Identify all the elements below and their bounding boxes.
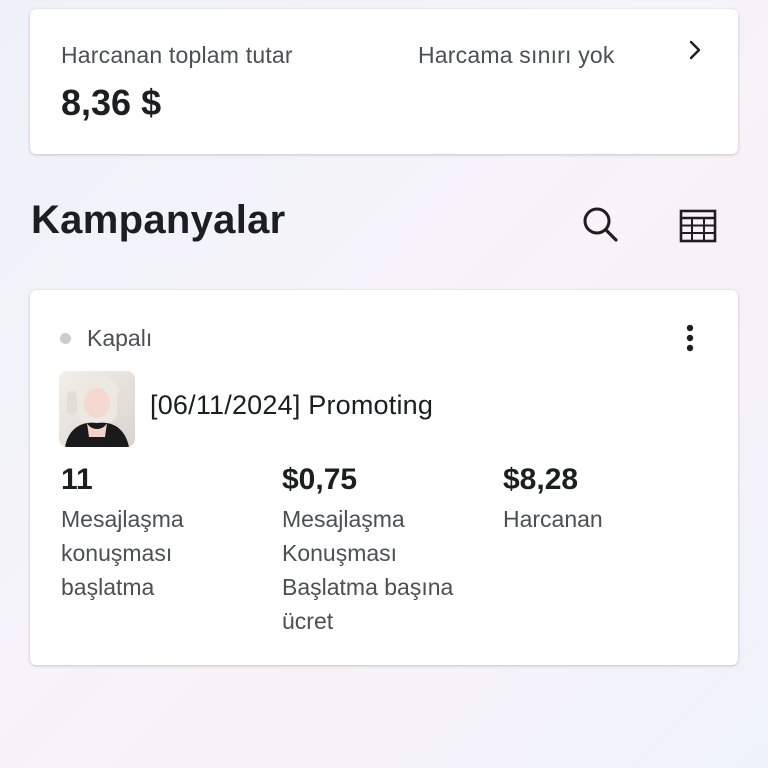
campaign-card[interactable]: Kapalı [06/11/2024] Promoting 11 Mesajla… bbox=[30, 290, 738, 665]
campaigns-section-title: Kampanyalar bbox=[31, 198, 286, 242]
status-dot bbox=[60, 333, 71, 344]
campaign-status: Kapalı bbox=[87, 325, 153, 351]
metric-amount-spent: $8,28 Harcanan bbox=[503, 462, 713, 536]
campaign-thumbnail bbox=[59, 371, 135, 447]
metric-label: Harcanan bbox=[503, 506, 603, 532]
search-button[interactable] bbox=[576, 202, 624, 250]
total-spend-value: 8,36 $ bbox=[61, 82, 162, 123]
metric-label: Mesajlaşma Konuşması Başlatma başına ücr… bbox=[282, 506, 454, 634]
chevron-right-icon[interactable] bbox=[684, 39, 706, 61]
metric-label: Mesajlaşma konuşması başlatma bbox=[61, 506, 184, 600]
spend-limit-text: Harcama sınırı yok bbox=[418, 42, 615, 68]
metric-value: $8,28 bbox=[503, 463, 579, 496]
metric-value: 11 bbox=[61, 463, 93, 496]
table-view-button[interactable] bbox=[674, 204, 722, 252]
campaign-name[interactable]: [06/11/2024] Promoting bbox=[150, 390, 433, 421]
spend-summary-card[interactable]: Harcanan toplam tutar 8,36 $ Harcama sın… bbox=[30, 9, 738, 154]
search-icon bbox=[580, 204, 620, 249]
metric-conversations: 11 Mesajlaşma konuşması başlatma bbox=[61, 462, 271, 604]
more-vertical-icon bbox=[685, 323, 695, 358]
metric-cost-per-conversation: $0,75 Mesajlaşma Konuşması Başlatma başı… bbox=[282, 462, 492, 638]
metric-value: $0,75 bbox=[282, 463, 358, 496]
table-icon bbox=[679, 209, 717, 248]
more-options-button[interactable] bbox=[672, 320, 708, 360]
total-spend-label: Harcanan toplam tutar bbox=[61, 42, 293, 68]
